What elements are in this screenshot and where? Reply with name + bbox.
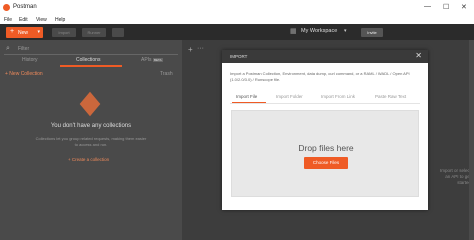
- tab-import-from-link[interactable]: Import From Link: [321, 94, 355, 99]
- new-collection-button[interactable]: + New Collection: [5, 71, 43, 77]
- trash-link[interactable]: Trash: [160, 71, 173, 77]
- drop-files-text: Drop files here: [298, 143, 354, 153]
- plus-icon: +: [10, 28, 15, 35]
- empty-state-title: You don't have any collections: [50, 123, 132, 129]
- menu-file[interactable]: File: [4, 17, 12, 23]
- tab-import-folder[interactable]: Import Folder: [276, 94, 303, 99]
- main-hint-text: Import or select an API to get started: [439, 168, 471, 185]
- search-icon: ⌕: [6, 45, 10, 52]
- menu-view[interactable]: View: [36, 17, 47, 23]
- chevron-down-icon[interactable]: ▾: [344, 28, 347, 34]
- beta-badge: BETA: [152, 58, 163, 62]
- empty-box-icon: [79, 91, 101, 117]
- new-tab-button[interactable]: +: [188, 45, 193, 54]
- minimize-icon[interactable]: —: [424, 3, 431, 10]
- tab-apis-label: APIs: [141, 57, 152, 63]
- search-input[interactable]: Filter: [18, 46, 29, 52]
- close-icon[interactable]: ✕: [415, 51, 422, 60]
- runner-button[interactable]: Runner: [82, 28, 106, 37]
- invite-button[interactable]: Invite: [361, 28, 383, 37]
- window-title: Postman: [13, 4, 37, 10]
- chevron-down-icon[interactable]: ▾: [37, 29, 40, 35]
- more-icon[interactable]: ···: [197, 45, 204, 52]
- postman-logo-icon: [3, 4, 10, 11]
- modal-description: Import a Postman Collection, Environment…: [230, 71, 410, 82]
- scrollbar[interactable]: [469, 40, 474, 240]
- maximize-icon[interactable]: ☐: [443, 3, 449, 11]
- active-tab-indicator: [60, 65, 122, 67]
- tab-apis[interactable]: APIs BETA: [141, 57, 163, 63]
- tab-import-file[interactable]: Import File: [236, 94, 257, 99]
- tab-collections[interactable]: Collections: [76, 57, 100, 63]
- workspace-selector[interactable]: My Workspace: [301, 28, 337, 34]
- header-toolbar: + New ▾ Import Runner ▦ My Workspace ▾ I…: [0, 24, 474, 40]
- modal-title: IMPORT: [230, 54, 248, 59]
- new-window-button[interactable]: [112, 28, 124, 37]
- menu-bar: File Edit View Help: [0, 16, 474, 24]
- empty-state-description: Collections let you group related reques…: [35, 136, 147, 147]
- tab-paste-raw-text[interactable]: Paste Raw Text: [375, 94, 406, 99]
- import-button[interactable]: Import: [52, 28, 76, 37]
- modal-header: IMPORT ✕: [222, 50, 428, 63]
- file-drop-zone[interactable]: Drop files here Choose Files: [231, 110, 419, 197]
- sidebar: ⌕ Filter History Collections APIs BETA +…: [0, 40, 182, 240]
- create-collection-link[interactable]: + Create a collection: [68, 157, 109, 162]
- menu-help[interactable]: Help: [55, 17, 65, 23]
- tab-history[interactable]: History: [22, 57, 38, 63]
- search-field[interactable]: ⌕ Filter: [4, 44, 178, 55]
- title-bar: Postman — ☐ ✕: [0, 0, 474, 16]
- new-button[interactable]: + New ▾: [6, 27, 43, 38]
- new-button-label: New: [18, 30, 29, 36]
- tab-divider: [230, 103, 420, 104]
- grid-icon[interactable]: ▦: [290, 27, 297, 35]
- menu-edit[interactable]: Edit: [19, 17, 28, 23]
- import-modal: IMPORT ✕ Import a Postman Collection, En…: [222, 50, 428, 210]
- choose-files-button[interactable]: Choose Files: [304, 157, 348, 169]
- close-window-icon[interactable]: ✕: [461, 3, 467, 11]
